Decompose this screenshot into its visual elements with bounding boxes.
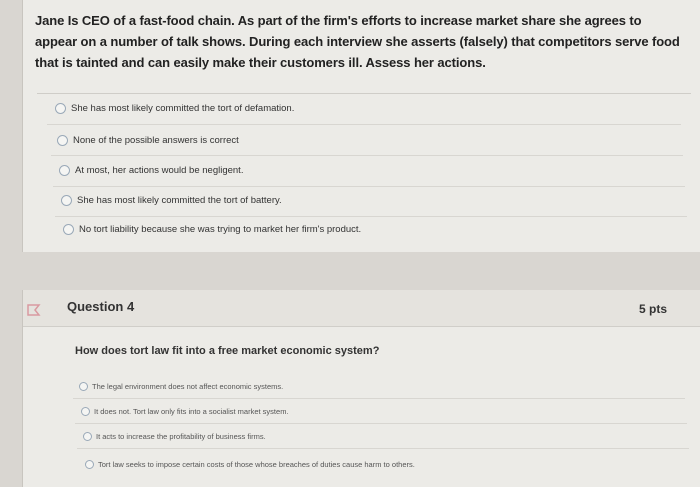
answer-option[interactable]: No tort liability because she was trying… [63,224,361,235]
answer-option[interactable]: It acts to increase the profitability of… [83,432,266,441]
answer-option[interactable]: None of the possible answers is correct [57,135,239,146]
question-4-header: Question 4 5 pts [23,290,700,327]
answer-option[interactable]: At most, her actions would be negligent. [59,165,243,176]
radio-icon[interactable] [81,407,90,416]
radio-icon[interactable] [63,224,74,235]
answer-label: It acts to increase the profitability of… [96,432,266,441]
answer-option[interactable]: Tort law seeks to impose certain costs o… [85,460,415,469]
radio-icon[interactable] [83,432,92,441]
answer-option[interactable]: It does not. Tort law only fits into a s… [81,407,289,416]
divider [77,448,689,449]
divider [55,216,687,217]
answer-label: Tort law seeks to impose certain costs o… [98,460,415,469]
radio-icon[interactable] [85,460,94,469]
radio-icon[interactable] [59,165,70,176]
divider [73,398,685,399]
answer-label: No tort liability because she was trying… [79,224,362,235]
radio-icon[interactable] [55,103,66,114]
answer-label: She has most likely committed the tort o… [77,195,282,206]
divider [47,124,681,125]
question-4-card: Question 4 5 pts How does tort law fit i… [22,290,700,487]
question-3-card: Jane Is CEO of a fast-food chain. As par… [22,0,700,252]
flag-icon[interactable] [27,304,41,316]
radio-icon[interactable] [61,195,72,206]
answer-label: At most, her actions would be negligent. [75,165,244,176]
question-4-points: 5 pts [638,302,667,316]
question-4-text: How does tort law fit into a free market… [75,345,380,357]
answer-option[interactable]: The legal environment does not affect ec… [79,382,283,391]
divider [37,93,691,94]
divider [53,186,685,187]
answer-label: It does not. Tort law only fits into a s… [94,407,289,416]
answer-label: None of the possible answers is correct [73,135,239,146]
question-4-title: Question 4 [67,299,135,314]
radio-icon[interactable] [79,382,88,391]
divider [51,155,683,156]
answer-option[interactable]: She has most likely committed the tort o… [55,103,294,114]
answer-option[interactable]: She has most likely committed the tort o… [61,195,282,206]
answer-label: The legal environment does not affect ec… [92,382,284,391]
radio-icon[interactable] [57,135,68,146]
divider [75,423,687,424]
question-3-text: Jane Is CEO of a fast-food chain. As par… [35,13,680,70]
answer-label: She has most likely committed the tort o… [71,103,295,114]
